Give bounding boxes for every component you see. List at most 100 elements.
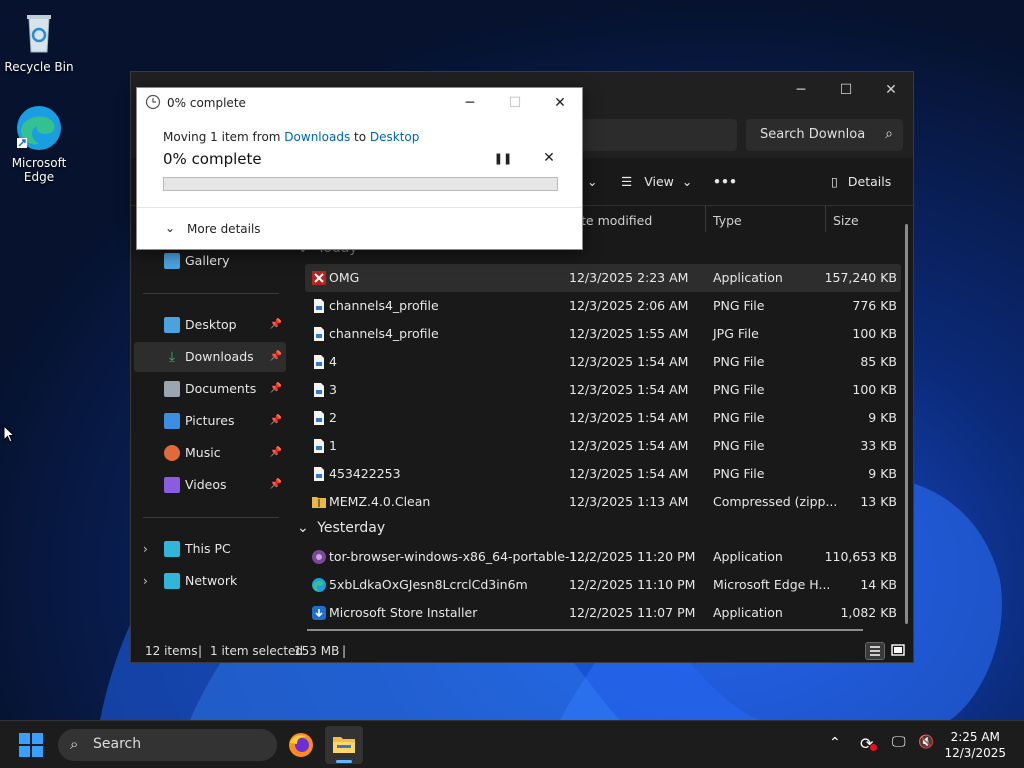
cancel-icon: ✕	[543, 150, 555, 166]
more-options-button[interactable]: •••	[713, 174, 737, 189]
maximize-button[interactable]: ☐	[832, 78, 860, 102]
minimize-button[interactable]: ─	[787, 78, 815, 102]
view-button[interactable]: ☰ View ⌄	[621, 174, 692, 189]
edge-icon	[15, 104, 63, 152]
progress-clock-icon	[145, 94, 161, 110]
selected-size: 153 MB	[294, 644, 340, 658]
tiles-view-button[interactable]	[889, 642, 909, 660]
nav-item-this-pc[interactable]: › This PC	[134, 534, 286, 564]
close-button[interactable]: ✕	[877, 78, 905, 102]
move-description: Moving 1 item from Downloads to Desktop	[163, 130, 419, 144]
file-row[interactable]: channels4_profile 12/3/2025 2:06 AM PNG Fi…	[305, 292, 901, 320]
column-type[interactable]: Type	[713, 213, 742, 228]
cancel-button[interactable]: ✕	[539, 150, 559, 168]
chevron-down-icon: ⌄	[165, 221, 176, 235]
nav-item-videos[interactable]: Videos 📌	[134, 470, 286, 500]
file-row[interactable]: 2 12/3/2025 1:54 AM PNG File 9 KB	[305, 404, 901, 432]
nav-item-network[interactable]: › Network	[134, 566, 286, 596]
show-hidden-icons-button[interactable]: ⌃	[829, 735, 841, 751]
tiles-view-icon	[891, 644, 905, 656]
pause-icon: ❚❚	[493, 152, 513, 165]
file-size: 14 KB	[860, 577, 897, 592]
file-row[interactable]: 4 12/3/2025 1:54 AM PNG File 85 KB	[305, 348, 901, 376]
firefox-taskbar-button[interactable]	[287, 731, 315, 759]
file-date: 12/3/2025 1:54 AM	[569, 438, 689, 453]
file-explorer-taskbar-button[interactable]	[325, 726, 363, 764]
progress-bar	[163, 177, 558, 191]
pause-button[interactable]: ❚❚	[493, 152, 513, 168]
vertical-scrollbar[interactable]	[905, 224, 908, 624]
search-input[interactable]: Search Downloa ⌕	[746, 119, 903, 151]
taskbar-search-box[interactable]: ⌕ Search	[58, 729, 277, 761]
column-divider[interactable]	[825, 206, 826, 232]
nav-item-desktop[interactable]: Desktop 📌	[134, 310, 286, 340]
file-row[interactable]: MEMZ.4.0.Clean 12/3/2025 1:13 AM Compresse…	[305, 488, 901, 516]
details-view-button[interactable]	[865, 642, 885, 660]
dialog-close-button[interactable]: ✕	[547, 93, 573, 113]
edge-icon	[311, 577, 327, 593]
collapse-chevron-icon: ⌄	[297, 520, 309, 536]
source-link[interactable]: Downloads	[284, 130, 350, 144]
details-view-icon	[870, 646, 880, 656]
file-row[interactable]: channels4_profile 12/3/2025 1:55 AM JPG Fi…	[305, 320, 901, 348]
file-date: 12/2/2025 11:07 PM	[569, 605, 696, 620]
column-divider[interactable]	[705, 206, 706, 232]
file-size: 100 KB	[852, 382, 897, 397]
file-row[interactable]: Microsoft Store Installer 12/2/2025 11:07…	[305, 599, 901, 627]
details-label: Details	[847, 174, 892, 189]
start-button[interactable]	[18, 732, 44, 758]
file-type: Microsoft Edge H...	[713, 577, 831, 592]
sort-chevron-icon[interactable]: ⌄	[587, 174, 597, 189]
image-file-icon	[311, 438, 327, 454]
nav-item-gallery[interactable]: Gallery	[134, 246, 286, 276]
nav-divider	[143, 517, 279, 518]
nav-videos-label: Videos	[185, 477, 227, 492]
file-row[interactable]: 1 12/3/2025 1:54 AM PNG File 33 KB	[305, 432, 901, 460]
moving-prefix: Moving 1 item from	[163, 130, 281, 144]
file-name: 3	[329, 382, 337, 397]
status-divider: |	[198, 644, 203, 658]
address-field[interactable]	[581, 119, 737, 151]
recycle-bin-desktop-icon[interactable]: Recycle Bin	[1, 8, 77, 74]
nav-item-documents[interactable]: Documents 📌	[134, 374, 286, 404]
file-date: 12/2/2025 11:20 PM	[569, 549, 696, 564]
file-name: channels4_profile	[329, 326, 439, 341]
column-date-modified[interactable]: te modified	[581, 213, 652, 228]
item-count: 12 items	[145, 644, 198, 658]
file-row[interactable]: 5xbLdkaOxGJesn8LcrclCd3in6m 12/2/2025 11:…	[305, 571, 901, 599]
nav-network-label: Network	[185, 573, 238, 588]
expand-chevron-icon[interactable]: ›	[143, 534, 148, 564]
details-pane-button[interactable]: ▯ Details	[831, 174, 891, 189]
nav-desktop-label: Desktop	[185, 317, 237, 332]
file-row[interactable]: 3 12/3/2025 1:54 AM PNG File 100 KB	[305, 376, 901, 404]
pin-icon: 📌	[269, 479, 282, 490]
nav-item-pictures[interactable]: Pictures 📌	[134, 406, 286, 436]
network-status-icon[interactable]: 🖵	[892, 734, 906, 750]
column-size[interactable]: Size	[833, 213, 859, 228]
windows-logo-icon	[19, 733, 43, 757]
more-details-button[interactable]: ⌄ More details	[165, 221, 261, 236]
file-row[interactable]: 453422253 12/3/2025 1:54 AM PNG File 9 KB	[305, 460, 901, 488]
desktop-folder-icon	[164, 317, 180, 333]
nav-item-music[interactable]: Music 📌	[134, 438, 286, 468]
file-row[interactable]: OMG 12/3/2025 2:23 AM Application 157,240 K…	[305, 264, 901, 292]
sync-status-icon[interactable]: ⟳	[860, 734, 877, 753]
group-header-yesterday[interactable]: ⌄ Yesterday	[297, 520, 385, 536]
microsoft-edge-label: Microsoft Edge	[11, 156, 67, 184]
horizontal-scrollbar[interactable]	[307, 629, 863, 631]
nav-item-downloads[interactable]: ⤓ Downloads 📌	[134, 342, 286, 372]
expand-chevron-icon[interactable]: ›	[143, 566, 148, 596]
firefox-icon	[289, 733, 313, 757]
file-name: 5xbLdkaOxGJesn8LcrclCd3in6m	[329, 577, 528, 592]
active-app-indicator	[336, 760, 352, 763]
system-clock[interactable]: 2:25 AM 12/3/2025	[944, 729, 1006, 761]
details-pane-icon: ▯	[831, 174, 838, 189]
volume-muted-icon[interactable]: 🔇	[918, 735, 934, 750]
destination-link[interactable]: Desktop	[370, 130, 420, 144]
clock-date: 12/3/2025	[944, 746, 1006, 760]
file-name: MEMZ.4.0.Clean	[329, 494, 431, 509]
file-row[interactable]: tor-browser-windows-x86_64-portable-1...…	[305, 543, 901, 571]
microsoft-edge-desktop-icon[interactable]: Microsoft Edge	[1, 104, 77, 184]
dialog-minimize-button[interactable]: ─	[457, 93, 483, 113]
file-size: 33 KB	[860, 438, 897, 453]
